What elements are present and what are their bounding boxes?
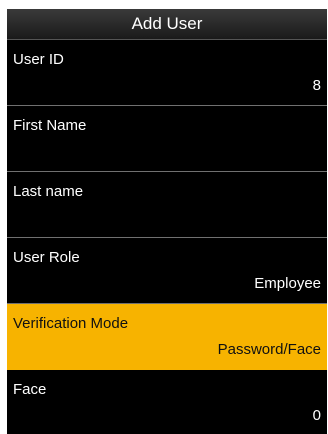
item-label: Face <box>13 381 47 398</box>
menu-list: User ID 8 First Name Last name User Role… <box>7 40 327 434</box>
item-label: Last name <box>13 183 84 200</box>
item-label: First Name <box>13 117 87 134</box>
item-value: Employee <box>254 275 321 292</box>
device-screen: Add User User ID 8 First Name Last name … <box>7 9 327 434</box>
item-label: Verification Mode <box>13 315 129 332</box>
menu-item-first-name[interactable]: First Name <box>7 106 327 172</box>
item-value: Password/Face <box>217 341 321 358</box>
menu-item-face[interactable]: Face 0 <box>7 370 327 434</box>
item-label: User ID <box>13 51 64 68</box>
menu-item-user-id[interactable]: User ID 8 <box>7 40 327 106</box>
menu-item-verification-mode[interactable]: Verification Mode Password/Face <box>7 304 327 370</box>
page-title: Add User <box>7 9 327 40</box>
item-label: User Role <box>13 249 80 266</box>
menu-item-user-role[interactable]: User Role Employee <box>7 238 327 304</box>
item-value: 0 <box>312 407 321 424</box>
item-value: 8 <box>312 77 321 94</box>
menu-item-last-name[interactable]: Last name <box>7 172 327 238</box>
